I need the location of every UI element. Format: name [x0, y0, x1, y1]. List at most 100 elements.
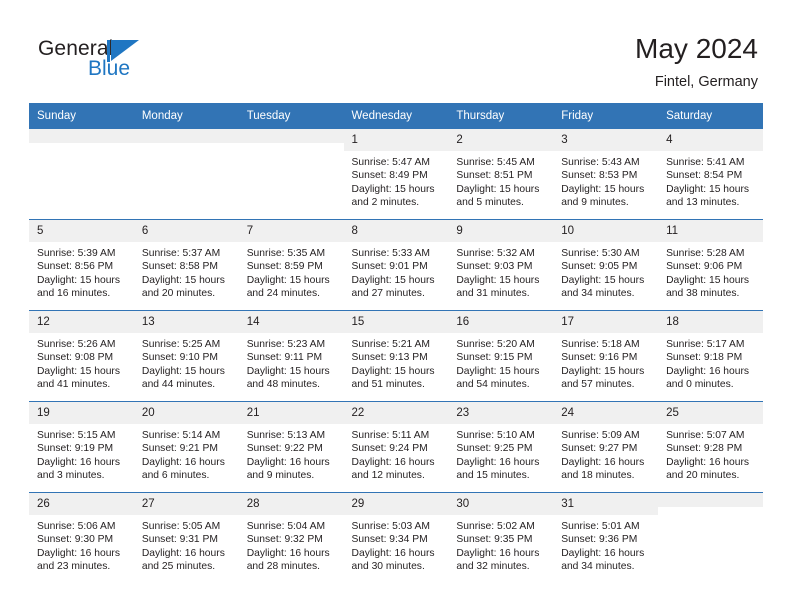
sunrise-text: Sunrise: 5:37 AM — [141, 248, 221, 259]
calendar-day-cell[interactable]: 13 Sunrise: 5:25 AM Sunset: 9:10 PM Dayligh… — [133, 310, 239, 402]
daylight-text-line1: Daylight: 16 hours — [141, 456, 225, 468]
day-cell[interactable]: 12 Sunrise: 5:26 AM Sunset: 9:08 PM Dayligh… — [29, 311, 134, 401]
sunrise-text: Sunrise: 5:45 AM — [456, 157, 535, 168]
day-cell[interactable]: 16 Sunrise: 5:20 AM Sunset: 9:15 PM Dayligh… — [448, 311, 554, 401]
calendar-day-cell[interactable]: 24 Sunrise: 5:09 AM Sunset: 9:27 PM Dayligh… — [553, 401, 659, 493]
day-cell[interactable]: 24 Sunrise: 5:09 AM Sunset: 9:27 PM Dayligh… — [553, 402, 659, 492]
calendar-day-cell[interactable]: 21 Sunrise: 5:13 AM Sunset: 9:22 PM Dayligh… — [238, 401, 344, 493]
day-cell[interactable]: 11 Sunrise: 5:28 AM Sunset: 9:06 PM Dayligh… — [658, 220, 763, 310]
day-cell[interactable]: 29 Sunrise: 5:03 AM Sunset: 9:34 PM Dayligh… — [343, 493, 449, 583]
day-cell[interactable]: 13 Sunrise: 5:25 AM Sunset: 9:10 PM Dayligh… — [133, 311, 239, 401]
calendar-day-cell[interactable]: 17 Sunrise: 5:18 AM Sunset: 9:16 PM Dayligh… — [553, 310, 659, 402]
day-cell[interactable]: 6 Sunrise: 5:37 AM Sunset: 8:58 PM Daylight… — [133, 220, 239, 310]
calendar-day-cell[interactable] — [238, 129, 344, 220]
calendar-day-cell[interactable]: 15 Sunrise: 5:21 AM Sunset: 9:13 PM Dayligh… — [343, 310, 449, 402]
day-details: Sunrise: 5:33 AM Sunset: 9:01 PM Daylight:… — [344, 242, 449, 301]
day-cell[interactable]: 23 Sunrise: 5:10 AM Sunset: 9:25 PM Dayligh… — [448, 402, 554, 492]
sunset-text: Sunset: 9:34 PM — [351, 534, 428, 546]
day-cell[interactable]: 26 Sunrise: 5:06 AM Sunset: 9:30 PM Dayligh… — [29, 493, 134, 583]
day-number: 7 — [238, 220, 344, 242]
sunset-text: Sunset: 8:59 PM — [246, 261, 323, 273]
calendar-day-cell[interactable]: 14 Sunrise: 5:23 AM Sunset: 9:11 PM Dayligh… — [238, 310, 344, 402]
day-number: 19 — [29, 402, 134, 424]
day-number: 17 — [553, 311, 659, 333]
daylight-text-line2: and 16 minutes. — [37, 288, 111, 300]
day-cell[interactable]: 4 Sunrise: 5:41 AM Sunset: 8:54 PM Daylight… — [658, 129, 763, 219]
page-title: May 2024 — [635, 33, 758, 64]
daylight-text-line1: Daylight: 15 hours — [37, 365, 120, 377]
calendar-day-cell[interactable]: 30 Sunrise: 5:02 AM Sunset: 9:35 PM Dayligh… — [448, 492, 554, 583]
calendar-day-cell[interactable]: 5 Sunrise: 5:39 AM Sunset: 8:56 PM Daylight… — [29, 219, 134, 311]
calendar-page: General Blue May 2024 Fintel, Germany Su… — [0, 0, 792, 612]
day-cell[interactable]: 19 Sunrise: 5:15 AM Sunset: 9:19 PM Dayligh… — [29, 402, 134, 492]
calendar-day-cell[interactable] — [29, 129, 134, 220]
day-details: Sunrise: 5:15 AM Sunset: 9:19 PM Daylight:… — [29, 424, 134, 483]
day-cell[interactable]: 15 Sunrise: 5:21 AM Sunset: 9:13 PM Dayligh… — [343, 311, 449, 401]
day-cell[interactable]: 22 Sunrise: 5:11 AM Sunset: 9:24 PM Dayligh… — [343, 402, 449, 492]
sunrise-text: Sunrise: 5:32 AM — [456, 248, 535, 259]
calendar-day-cell[interactable]: 2 Sunrise: 5:45 AM Sunset: 8:51 PM Daylight… — [448, 129, 554, 220]
calendar-day-cell[interactable]: 19 Sunrise: 5:15 AM Sunset: 9:19 PM Dayligh… — [29, 401, 134, 493]
calendar-day-cell[interactable]: 22 Sunrise: 5:11 AM Sunset: 9:24 PM Dayligh… — [343, 401, 449, 493]
sunrise-text: Sunrise: 5:28 AM — [666, 248, 745, 259]
sunset-text: Sunset: 9:24 PM — [351, 443, 428, 455]
day-cell[interactable]: 3 Sunrise: 5:43 AM Sunset: 8:53 PM Daylight… — [553, 129, 659, 219]
daylight-text-line1: Daylight: 15 hours — [141, 274, 225, 286]
day-cell[interactable]: 1 Sunrise: 5:47 AM Sunset: 8:49 PM Daylight… — [343, 129, 449, 219]
day-details: Sunrise: 5:37 AM Sunset: 8:58 PM Daylight:… — [134, 242, 239, 301]
day-cell[interactable]: 8 Sunrise: 5:33 AM Sunset: 9:01 PM Daylight… — [343, 220, 449, 310]
day-cell[interactable]: 25 Sunrise: 5:07 AM Sunset: 9:28 PM Dayligh… — [658, 402, 763, 492]
brand-logo[interactable]: General Blue — [38, 38, 238, 90]
day-cell[interactable]: 28 Sunrise: 5:04 AM Sunset: 9:32 PM Dayligh… — [238, 493, 344, 583]
day-cell[interactable]: 14 Sunrise: 5:23 AM Sunset: 9:11 PM Dayligh… — [238, 311, 344, 401]
daylight-text-line1: Daylight: 16 hours — [141, 547, 225, 559]
sunset-text: Sunset: 9:18 PM — [666, 352, 743, 364]
day-cell[interactable]: 27 Sunrise: 5:05 AM Sunset: 9:31 PM Dayligh… — [133, 493, 239, 583]
calendar-day-cell[interactable]: 7 Sunrise: 5:35 AM Sunset: 8:59 PM Daylight… — [238, 219, 344, 311]
calendar-day-cell[interactable]: 20 Sunrise: 5:14 AM Sunset: 9:21 PM Dayligh… — [133, 401, 239, 493]
day-details: Sunrise: 5:47 AM Sunset: 8:49 PM Daylight:… — [344, 151, 449, 210]
day-cell[interactable]: 30 Sunrise: 5:02 AM Sunset: 9:35 PM Dayligh… — [448, 493, 554, 583]
sunrise-text: Sunrise: 5:17 AM — [666, 339, 745, 350]
day-cell[interactable]: 5 Sunrise: 5:39 AM Sunset: 8:56 PM Daylight… — [29, 220, 134, 310]
calendar-day-cell[interactable]: 29 Sunrise: 5:03 AM Sunset: 9:34 PM Dayligh… — [343, 492, 449, 583]
sunrise-text: Sunrise: 5:21 AM — [351, 339, 430, 350]
daylight-text-line2: and 28 minutes. — [246, 561, 320, 573]
day-details: Sunrise: 5:06 AM Sunset: 9:30 PM Daylight:… — [29, 515, 134, 574]
day-cell[interactable]: 18 Sunrise: 5:17 AM Sunset: 9:18 PM Dayligh… — [658, 311, 763, 401]
calendar-day-cell[interactable]: 8 Sunrise: 5:33 AM Sunset: 9:01 PM Daylight… — [343, 219, 449, 311]
calendar-day-cell[interactable]: 31 Sunrise: 5:01 AM Sunset: 9:36 PM Dayligh… — [553, 492, 659, 583]
day-cell[interactable]: 10 Sunrise: 5:30 AM Sunset: 9:05 PM Dayligh… — [553, 220, 659, 310]
calendar-day-cell[interactable] — [658, 492, 763, 583]
daylight-text-line2: and 0 minutes. — [666, 379, 734, 391]
calendar-day-cell[interactable]: 27 Sunrise: 5:05 AM Sunset: 9:31 PM Dayligh… — [133, 492, 239, 583]
calendar-day-cell[interactable]: 9 Sunrise: 5:32 AM Sunset: 9:03 PM Daylight… — [448, 219, 554, 311]
day-number — [133, 129, 239, 143]
calendar-day-cell[interactable]: 28 Sunrise: 5:04 AM Sunset: 9:32 PM Dayligh… — [238, 492, 344, 583]
calendar-day-cell[interactable]: 26 Sunrise: 5:06 AM Sunset: 9:30 PM Dayligh… — [29, 492, 134, 583]
calendar-day-cell[interactable]: 3 Sunrise: 5:43 AM Sunset: 8:53 PM Daylight… — [553, 129, 659, 220]
calendar-day-cell[interactable] — [133, 129, 239, 220]
calendar-day-cell[interactable]: 25 Sunrise: 5:07 AM Sunset: 9:28 PM Dayligh… — [658, 401, 763, 493]
daylight-text-line2: and 31 minutes. — [456, 288, 530, 300]
day-cell[interactable]: 20 Sunrise: 5:14 AM Sunset: 9:21 PM Dayligh… — [133, 402, 239, 492]
day-cell[interactable]: 31 Sunrise: 5:01 AM Sunset: 9:36 PM Dayligh… — [553, 493, 659, 583]
calendar-day-cell[interactable]: 10 Sunrise: 5:30 AM Sunset: 9:05 PM Dayligh… — [553, 219, 659, 311]
calendar-day-cell[interactable]: 16 Sunrise: 5:20 AM Sunset: 9:15 PM Dayligh… — [448, 310, 554, 402]
calendar-day-cell[interactable]: 4 Sunrise: 5:41 AM Sunset: 8:54 PM Daylight… — [658, 129, 763, 220]
day-cell[interactable]: 2 Sunrise: 5:45 AM Sunset: 8:51 PM Daylight… — [448, 129, 554, 219]
calendar-day-cell[interactable]: 23 Sunrise: 5:10 AM Sunset: 9:25 PM Dayligh… — [448, 401, 554, 493]
calendar-day-cell[interactable]: 6 Sunrise: 5:37 AM Sunset: 8:58 PM Daylight… — [133, 219, 239, 311]
daylight-text-line2: and 51 minutes. — [351, 379, 425, 391]
day-number: 20 — [133, 402, 239, 424]
calendar-day-cell[interactable]: 1 Sunrise: 5:47 AM Sunset: 8:49 PM Daylight… — [343, 129, 449, 220]
page-subtitle: Fintel, Germany — [654, 74, 758, 90]
calendar-day-cell[interactable]: 11 Sunrise: 5:28 AM Sunset: 9:06 PM Dayligh… — [658, 219, 763, 311]
day-cell[interactable]: 21 Sunrise: 5:13 AM Sunset: 9:22 PM Dayligh… — [238, 402, 344, 492]
day-cell[interactable]: 17 Sunrise: 5:18 AM Sunset: 9:16 PM Dayligh… — [553, 311, 659, 401]
weekday-header-tuesday: Tuesday — [238, 103, 344, 129]
calendar-day-cell[interactable]: 18 Sunrise: 5:17 AM Sunset: 9:18 PM Dayligh… — [658, 310, 763, 402]
day-cell[interactable]: 7 Sunrise: 5:35 AM Sunset: 8:59 PM Daylight… — [238, 220, 344, 310]
calendar-day-cell[interactable]: 12 Sunrise: 5:26 AM Sunset: 9:08 PM Dayligh… — [29, 310, 134, 402]
day-cell[interactable]: 9 Sunrise: 5:32 AM Sunset: 9:03 PM Daylight… — [448, 220, 554, 310]
